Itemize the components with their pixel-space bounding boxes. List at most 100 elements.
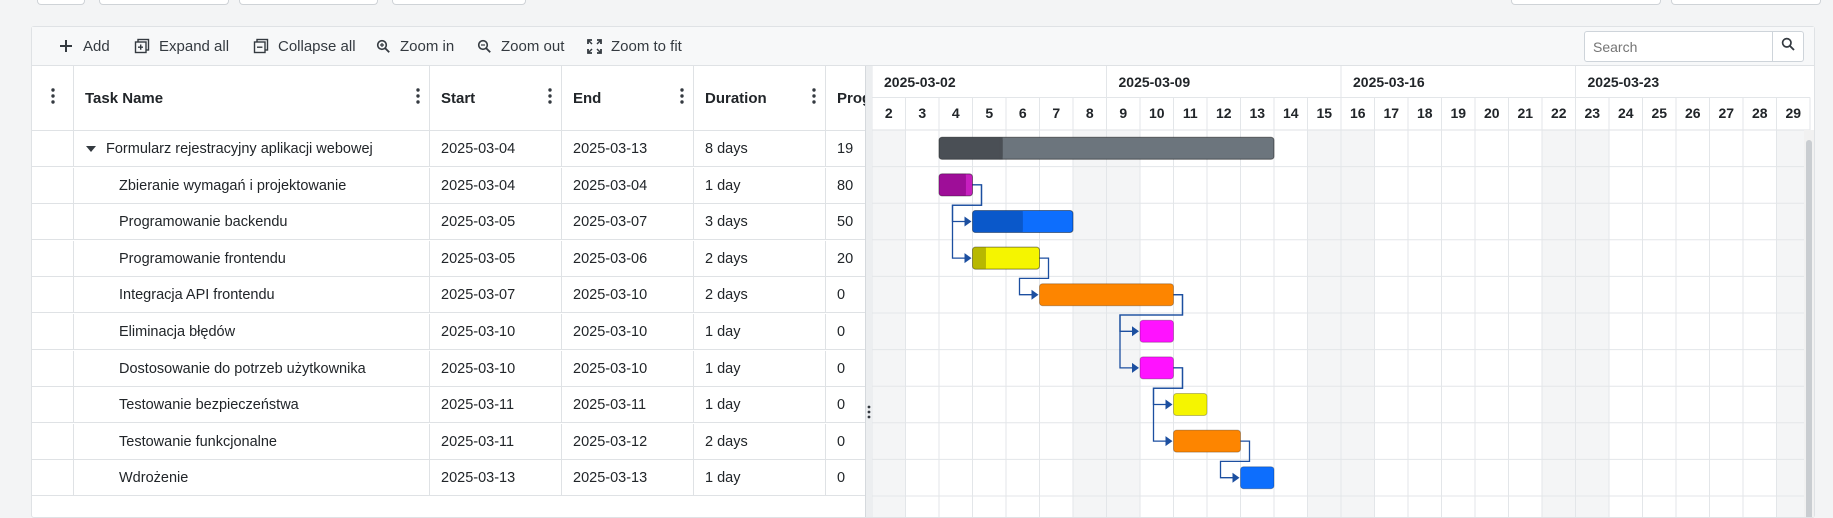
start-cell: 2025-03-07 [430,277,562,314]
start-text: 2025-03-05 [441,214,516,231]
start-cell: 2025-03-10 [430,314,562,350]
table-row[interactable]: Testowanie funkcjonalne 2025-03-11 2025-03… [32,423,865,460]
duration-cell: 1 day [694,314,826,350]
zoom-to-fit-button[interactable]: Zoom to fit [585,35,682,57]
collapse-all-icon [252,37,270,55]
table-row[interactable]: Integracja API frontendu 2025-03-07 2025-0… [32,277,865,314]
table-row[interactable]: Programowanie frontendu 2025-03-05 2025-03… [32,240,865,277]
start-cell: 2025-03-05 [430,204,562,241]
end-text: 2025-03-13 [573,141,648,157]
task-name-cell: Integracja API frontendu [74,277,430,314]
kebab-icon [50,88,55,108]
table-row[interactable]: Eliminacja błędów 2025-03-10 2025-03-10 1 d… [32,314,865,350]
duration-text: 1 day [705,177,741,194]
end-cell: 2025-03-12 [562,423,694,460]
header-duration[interactable]: Duration [694,66,826,130]
task-bar[interactable] [1139,319,1174,343]
end-cell: 2025-03-10 [562,350,694,387]
start-text: 2025-03-04 [441,141,516,157]
task-progress-edge [982,247,986,270]
duration-text: 1 day [705,470,741,487]
expand-all-button[interactable]: Expand all [133,35,229,57]
zoom-in-label: Zoom in [400,37,455,55]
table-row[interactable]: Dostosowanie do potrzeb użytkownika 2025-… [32,350,865,387]
week-label: 2025-03-02 [884,74,956,90]
kebab-icon[interactable] [680,88,684,108]
end-cell: 2025-03-11 [562,387,694,424]
progress-text: 0 [837,433,846,450]
duration-text: 2 days [705,287,748,304]
task-name-cell: Formularz rejestracyjny aplikacji webowe… [74,131,430,167]
scrollbar-thumb[interactable] [1806,140,1812,517]
row-menu-header[interactable] [32,66,74,130]
task-name-text: Programowanie backendu [119,214,288,231]
day-label: 7 [1052,105,1060,121]
table-row[interactable]: Wdrożenie 2025-03-13 2025-03-13 1 day 0 [32,460,865,497]
progress-cell: 0 [826,387,865,423]
duration-cell: 1 day [694,387,826,424]
start-text: 2025-03-10 [441,324,516,340]
start-text: 2025-03-11 [441,397,515,414]
kebab-icon[interactable] [416,88,420,108]
link-arrow [1165,399,1173,410]
task-bar[interactable] [1240,466,1275,490]
task-name-cell: Programowanie frontendu [74,240,430,277]
top-tab-stub [1511,0,1661,5]
collapse-all-button[interactable]: Collapse all [252,35,356,57]
start-cell: 2025-03-13 [430,460,562,497]
day-label: 22 [1551,105,1567,121]
task-bar[interactable] [1173,429,1241,453]
header-progress[interactable]: Progr [826,66,865,130]
task-bar[interactable] [1173,393,1208,416]
duration-cell: 1 day [694,167,826,204]
table-row[interactable]: Testowanie bezpieczeństwa 2025-03-11 2025-… [32,387,865,424]
grid-header: Task Name Start End Duration Progr [32,66,865,131]
header-start[interactable]: Start [430,66,562,130]
header-task-name[interactable]: Task Name [74,66,430,130]
search-button[interactable] [1772,32,1803,61]
zoom-in-button[interactable]: Zoom in [374,35,454,57]
kebab-icon[interactable] [548,88,552,108]
progress-cell: 0 [826,460,865,496]
header-start-label: Start [441,89,476,107]
week-label: 2025-03-16 [1353,74,1425,90]
gantt-panel: Add Expand all Collapse all Zoom in Zoom… [31,26,1815,518]
day-label: 11 [1183,105,1198,121]
task-bar[interactable] [1039,283,1174,307]
gantt-svg: 2025-03-02 2025-03-09 2025-03-16 2025-03-23… [872,66,1811,517]
progress-text: 0 [837,397,846,414]
day-label: 17 [1383,105,1399,121]
week-label: 2025-03-09 [1119,74,1191,90]
start-text: 2025-03-13 [441,470,516,487]
header-end[interactable]: End [562,66,694,130]
start-cell: 2025-03-11 [430,387,562,424]
table-row[interactable]: Programowanie backendu 2025-03-05 2025-03-… [32,204,865,241]
progress-text: 50 [837,214,854,231]
end-cell: 2025-03-10 [562,277,694,314]
caret-down-icon[interactable] [86,146,96,152]
row-handle-cell [32,131,74,167]
vertical-scrollbar[interactable] [1804,130,1814,517]
search-input[interactable] [1585,32,1772,61]
day-label: 2 [885,105,893,121]
end-text: 2025-03-04 [573,177,648,194]
day-label: 21 [1517,105,1533,121]
end-cell: 2025-03-10 [562,314,694,350]
table-row[interactable]: Zbieranie wymagań i projektowanie 2025-03… [32,167,865,204]
row-handle-cell [32,167,74,204]
kebab-icon[interactable] [812,88,816,108]
task-bar[interactable] [1139,356,1174,380]
header-duration-label: Duration [705,89,767,107]
link-arrow [1165,436,1173,447]
day-label: 13 [1249,105,1265,121]
zoom-out-button[interactable]: Zoom out [475,35,564,57]
duration-cell: 8 days [694,131,826,167]
add-button[interactable]: Add [57,35,110,57]
task-name-text: Integracja API frontendu [119,287,275,304]
row-handle-cell [32,423,74,460]
table-row[interactable]: Formularz rejestracyjny aplikacji webowe… [32,131,865,167]
start-cell: 2025-03-11 [430,423,562,460]
search-icon [1781,37,1795,56]
row-handle-cell [32,350,74,387]
zoom-out-icon [475,37,493,55]
